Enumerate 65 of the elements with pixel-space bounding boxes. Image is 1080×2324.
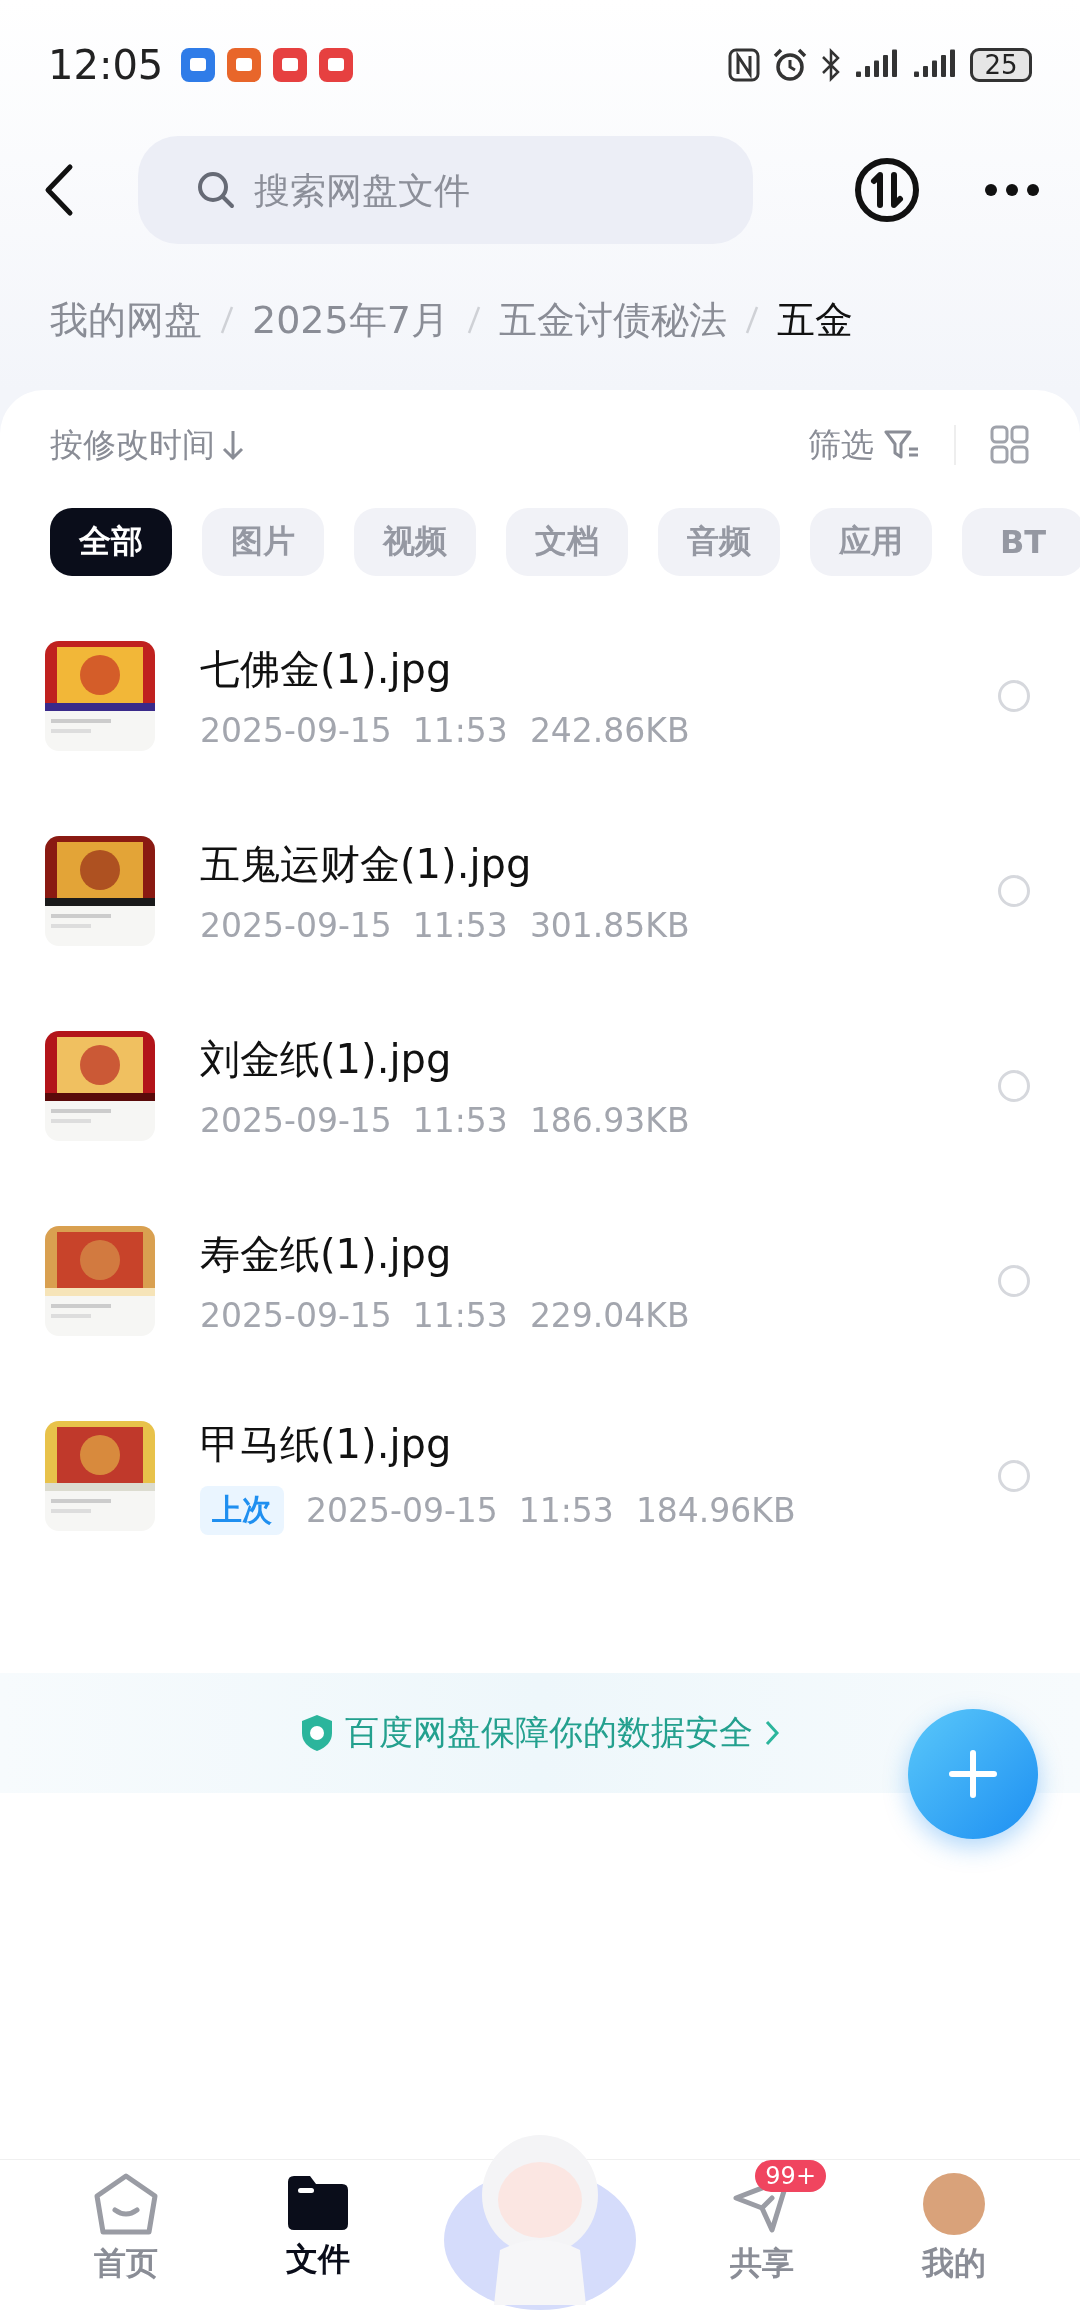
breadcrumb-item[interactable]: 五金讨债秘法 (498, 294, 727, 346)
breadcrumb-item[interactable]: 我的网盘 (50, 294, 202, 346)
battery-indicator: 25 (970, 48, 1032, 82)
nav-tab[interactable]: 首页 (56, 2160, 196, 2286)
nfc-icon (728, 48, 760, 82)
select-radio[interactable] (998, 1459, 1030, 1492)
avatar-icon (922, 2172, 986, 2236)
chevron-right-icon (763, 1718, 781, 1748)
category-tab[interactable]: 视频 (354, 508, 476, 576)
file-name[interactable]: 五鬼运财金(1).jpg (200, 836, 998, 892)
file-name[interactable]: 甲马纸(1).jpg (200, 1416, 998, 1472)
nav-tab[interactable]: 我的 (884, 2160, 1024, 2286)
breadcrumb-separator-icon (466, 305, 481, 335)
filter-icon (884, 429, 920, 461)
select-radio[interactable] (998, 679, 1030, 712)
search-icon (196, 170, 236, 210)
breadcrumb-item[interactable]: 五金 (776, 294, 853, 346)
file-name[interactable]: 寿金纸(1).jpg (200, 1226, 998, 1282)
file-size: 301.85KB (529, 905, 690, 945)
sort-button[interactable]: 按修改时间 (50, 422, 245, 468)
nav-tab[interactable]: 文件 (248, 2160, 388, 2282)
breadcrumb-separator-icon (220, 305, 234, 335)
transfer-button[interactable] (854, 157, 920, 223)
breadcrumb-item[interactable]: 2025年7月 (252, 294, 449, 346)
file-date: 2025-09-15 11:53 (200, 905, 508, 945)
security-link[interactable]: 百度网盘保障你的数据安全 (299, 1710, 781, 1756)
file-date: 2025-09-15 11:53 (200, 1100, 508, 1140)
shield-icon (299, 1713, 335, 1753)
search-input[interactable]: 搜索网盘文件 (252, 168, 753, 212)
category-tab[interactable]: 图片 (202, 508, 324, 576)
plus-icon (948, 1749, 998, 1799)
file-size: 186.93KB (529, 1100, 690, 1140)
select-radio[interactable] (998, 1264, 1030, 1297)
file-date: 2025-09-15 11:53 (200, 710, 508, 750)
app-notification-icon (181, 48, 216, 82)
app-notification-icon (227, 48, 262, 82)
file-size: 184.96KB (635, 1490, 796, 1530)
search-field[interactable]: 搜索网盘文件 (138, 136, 753, 244)
category-tab[interactable]: 音频 (658, 508, 780, 576)
select-radio[interactable] (998, 874, 1030, 907)
more-button[interactable] (984, 183, 1040, 197)
nav-tab[interactable]: 共享 99+ (692, 2160, 832, 2286)
home-icon (93, 2172, 159, 2236)
category-tab[interactable]: BT (962, 508, 1080, 576)
category-tab[interactable]: 文档 (506, 508, 628, 576)
select-radio[interactable] (998, 1069, 1030, 1102)
file-name[interactable]: 刘金纸(1).jpg (200, 1031, 998, 1087)
down-arrow-icon (221, 428, 245, 462)
file-date: 2025-09-15 11:53 (200, 1295, 508, 1335)
category-tab[interactable]: 应用 (810, 508, 932, 576)
filter-button[interactable]: 筛选 (808, 422, 920, 468)
status-time: 12:05 (48, 42, 164, 88)
app-notification-icon (273, 48, 308, 82)
app-notification-icon (319, 48, 354, 82)
file-date: 2025-09-15 11:53 (306, 1490, 614, 1530)
breadcrumb-separator-icon (744, 305, 759, 335)
alarm-icon (772, 48, 808, 82)
recent-tag: 上次 (200, 1485, 284, 1535)
bluetooth-icon (820, 48, 842, 82)
grid-view-button[interactable] (990, 425, 1030, 465)
category-tab[interactable]: 全部 (50, 508, 172, 576)
file-size: 229.04KB (529, 1295, 690, 1335)
notification-badge: 99+ (755, 2160, 826, 2192)
file-size: 242.86KB (529, 710, 690, 750)
file-name[interactable]: 七佛金(1).jpg (200, 641, 998, 697)
